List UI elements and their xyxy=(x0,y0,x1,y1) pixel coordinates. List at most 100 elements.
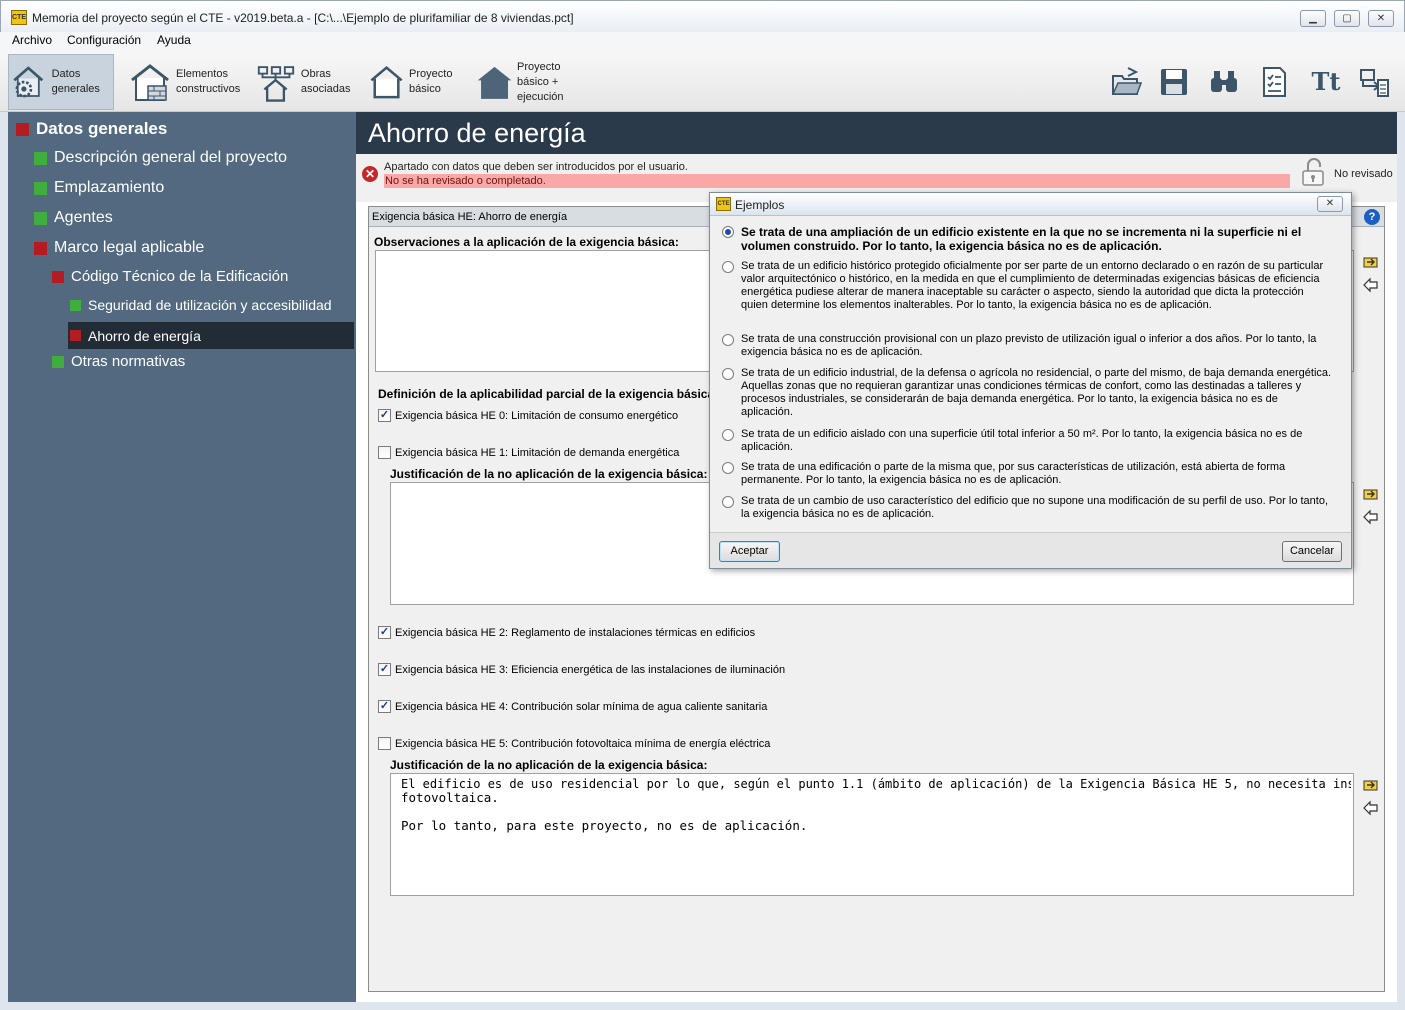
example-option-3[interactable]: Se trata de una construcción provisional… xyxy=(722,333,1332,359)
toolbar-obras-asociadas-button[interactable]: Obras asociadas xyxy=(256,54,366,110)
example-option-6[interactable]: Se trata de una edificación o parte de l… xyxy=(722,461,1332,487)
paste-example-icon[interactable] xyxy=(1362,253,1380,271)
report-icon[interactable] xyxy=(1258,66,1290,98)
radio-button[interactable] xyxy=(722,429,734,441)
menu-configuracion[interactable]: Configuración xyxy=(67,33,141,47)
sidebar-item-seguridad-utilizacion[interactable]: Seguridad de utilización y accesibilidad xyxy=(70,297,332,313)
paste-example-icon[interactable] xyxy=(1362,776,1380,794)
radio-button[interactable] xyxy=(722,334,734,346)
he3-label: Exigencia básica HE 3: Eficiencia energé… xyxy=(395,663,786,676)
font-icon[interactable]: Tt xyxy=(1310,66,1342,98)
accept-button[interactable]: Aceptar xyxy=(719,541,780,562)
radio-button[interactable] xyxy=(722,496,734,508)
status-indicator-green xyxy=(70,299,81,311)
sidebar: Datos generales Descripción general del … xyxy=(8,112,356,1002)
he1-checkbox-row[interactable]: Exigencia básica HE 1: Limitación de dem… xyxy=(378,446,679,459)
he2-checkbox[interactable]: ✓ xyxy=(378,626,391,639)
sidebar-item-ahorro-energia[interactable]: Ahorro de energía xyxy=(68,322,354,349)
he0-checkbox[interactable]: ✓ xyxy=(378,409,391,422)
dialog-title: Ejemplos xyxy=(735,198,785,212)
status-warning: No se ha revisado o completado. xyxy=(384,174,1290,188)
he1-label: Exigencia básica HE 1: Limitación de dem… xyxy=(395,446,680,459)
justificacion-he1-label: Justificación de la no aplicación de la … xyxy=(390,467,708,481)
dialog-titlebar: CTE Ejemplos ✕ xyxy=(710,193,1351,216)
save-icon[interactable] xyxy=(1158,66,1190,98)
window-frame-right xyxy=(1397,112,1405,1010)
dialog-close-button[interactable]: ✕ xyxy=(1317,196,1343,212)
observaciones-label: Observaciones a la aplicación de la exig… xyxy=(374,235,679,249)
he3-checkbox-row[interactable]: ✓ Exigencia básica HE 3: Eficiencia ener… xyxy=(378,663,785,676)
he5-checkbox-row[interactable]: Exigencia básica HE 5: Contribución foto… xyxy=(378,737,770,750)
sidebar-item-label: Marco legal aplicable xyxy=(54,239,205,256)
maximize-button[interactable]: ▢ xyxy=(1334,10,1360,27)
back-arrow-icon[interactable] xyxy=(1362,800,1380,818)
he0-label: Exigencia básica HE 0: Limitación de con… xyxy=(395,409,679,422)
sidebar-item-descripcion-general[interactable]: Descripción general del proyecto xyxy=(34,149,287,167)
definicion-label: Definición de la aplicabilidad parcial d… xyxy=(378,387,715,401)
radio-button[interactable] xyxy=(722,226,734,238)
justificacion-he5-textarea[interactable]: El edificio es de uso residencial por lo… xyxy=(390,773,1354,896)
sidebar-item-otras-normativas[interactable]: Otras normativas xyxy=(52,353,185,370)
window-title: Memoria del proyecto según el CTE - v201… xyxy=(32,11,574,25)
sidebar-item-label: Ahorro de energía xyxy=(88,327,201,344)
toolbar-datos-generales-button[interactable]: Datos generales xyxy=(8,54,114,110)
he1-checkbox[interactable] xyxy=(378,446,391,459)
example-option-1[interactable]: Se trata de una ampliación de un edifici… xyxy=(722,225,1332,253)
status-indicator-green xyxy=(34,181,47,195)
menu-ayuda[interactable]: Ayuda xyxy=(157,33,191,47)
example-option-7[interactable]: Se trata de un cambio de uso característ… xyxy=(722,495,1332,521)
minimize-button[interactable]: ▁ xyxy=(1300,10,1326,27)
toolbar-elementos-constructivos-button[interactable]: Elementos constructivos xyxy=(128,54,248,110)
sidebar-item-marco-legal[interactable]: Marco legal aplicable xyxy=(34,239,204,257)
toolbar-label: Datos generales xyxy=(51,68,100,95)
sidebar-item-label: Datos generales xyxy=(36,119,168,138)
toolbar-label: Elementos constructivos xyxy=(176,68,241,95)
he5-checkbox[interactable] xyxy=(378,737,391,750)
toolbar-proyecto-ejecucion-button[interactable]: Proyecto básico + ejecución xyxy=(476,54,576,110)
sidebar-item-agentes[interactable]: Agentes xyxy=(34,209,113,227)
he4-checkbox-row[interactable]: ✓ Exigencia básica HE 4: Contribución so… xyxy=(378,700,767,713)
sidebar-item-codigo-tecnico[interactable]: Código Técnico de la Edificación xyxy=(52,268,288,285)
sidebar-item-label: Emplazamiento xyxy=(54,179,165,196)
cancel-button[interactable]: Cancelar xyxy=(1282,541,1342,562)
open-folder-icon[interactable] xyxy=(1110,66,1142,98)
he2-label: Exigencia básica HE 2: Reglamento de ins… xyxy=(395,626,756,639)
paste-example-icon[interactable] xyxy=(1362,485,1380,503)
status-indicator-red xyxy=(34,241,47,255)
toolbar-label: Proyecto básico + ejecución xyxy=(517,60,564,103)
binoculars-icon[interactable] xyxy=(1208,66,1240,98)
example-option-text: Se trata de un edificio industrial, de l… xyxy=(741,367,1332,418)
he4-checkbox[interactable]: ✓ xyxy=(378,700,391,713)
status-indicator-green xyxy=(34,211,47,225)
example-option-text: Se trata de un edificio histórico proteg… xyxy=(741,260,1324,311)
network-house-icon xyxy=(257,66,295,102)
toolbar-proyecto-basico-button[interactable]: Proyecto básico xyxy=(368,54,468,110)
status-indicator-red xyxy=(52,270,64,283)
radio-button[interactable] xyxy=(722,261,734,273)
he4-label: Exigencia básica HE 4: Contribución sola… xyxy=(395,700,768,713)
sidebar-item-label: Agentes xyxy=(54,209,113,226)
example-option-4[interactable]: Se trata de un edificio industrial, de l… xyxy=(722,367,1332,419)
window-titlebar: CTE Memoria del proyecto según el CTE - … xyxy=(0,0,1405,32)
sidebar-item-emplazamiento[interactable]: Emplazamiento xyxy=(34,179,164,197)
sidebar-item-datos-generales[interactable]: Datos generales xyxy=(16,119,167,139)
menu-archivo[interactable]: Archivo xyxy=(12,33,52,47)
help-icon[interactable]: ? xyxy=(1364,209,1380,225)
he0-checkbox-row[interactable]: ✓ Exigencia básica HE 0: Limitación de c… xyxy=(378,409,678,422)
radio-button[interactable] xyxy=(722,462,734,474)
page-title: Ahorro de energía xyxy=(356,112,1397,154)
export-icon[interactable] xyxy=(1358,66,1390,98)
unlock-icon[interactable] xyxy=(1300,157,1326,187)
close-button[interactable]: ✕ xyxy=(1368,10,1394,27)
justificacion-he5-line2: fotovoltaica. xyxy=(401,790,499,805)
example-option-2[interactable]: Se trata de un edificio histórico proteg… xyxy=(722,260,1332,312)
window-frame-bottom xyxy=(0,1002,1405,1010)
back-arrow-icon[interactable] xyxy=(1362,277,1380,295)
example-option-text: Se trata de un cambio de uso característ… xyxy=(741,495,1329,520)
he3-checkbox[interactable]: ✓ xyxy=(378,663,391,676)
he2-checkbox-row[interactable]: ✓ Exigencia básica HE 2: Reglamento de i… xyxy=(378,626,755,639)
menu-bar: Archivo Configuración Ayuda xyxy=(0,32,1405,52)
back-arrow-icon[interactable] xyxy=(1362,509,1380,527)
example-option-5[interactable]: Se trata de un edificio aislado con una … xyxy=(722,428,1332,454)
radio-button[interactable] xyxy=(722,368,734,380)
